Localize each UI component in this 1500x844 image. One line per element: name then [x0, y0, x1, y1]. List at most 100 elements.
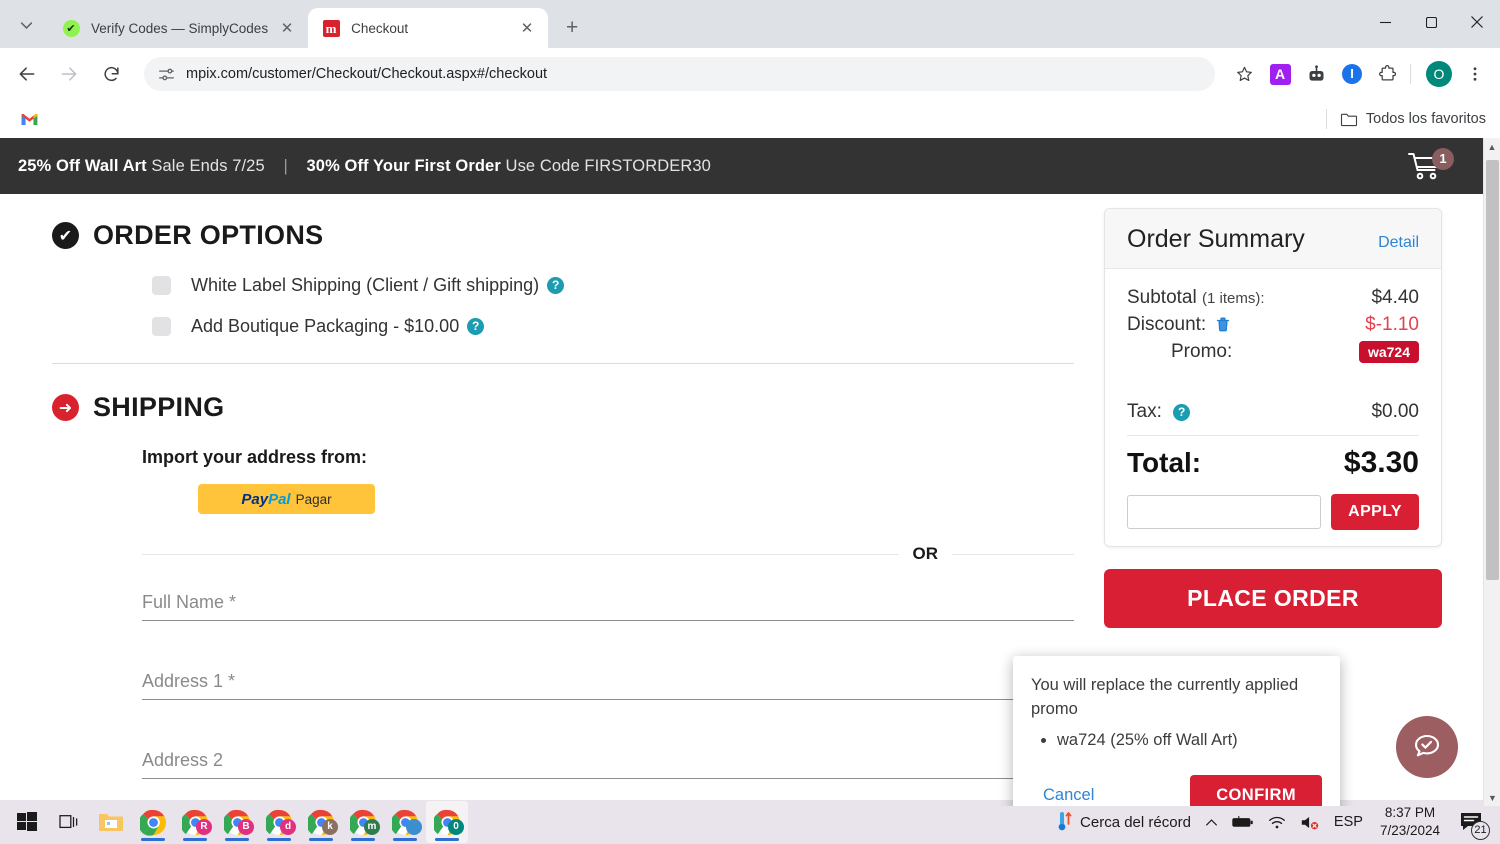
clock[interactable]: 8:37 PM 7/23/2024	[1370, 804, 1450, 840]
tab-checkout[interactable]: m Checkout ✕	[308, 8, 549, 48]
confirm-cancel-button[interactable]: Cancel	[1031, 780, 1106, 806]
page-scrollbar[interactable]: ▲ ▼	[1483, 138, 1500, 806]
boutique-packaging-checkbox[interactable]	[152, 317, 171, 336]
bookmark-gmail[interactable]	[12, 108, 47, 131]
confirm-accept-button[interactable]: CONFIRM	[1190, 774, 1322, 806]
section-divider	[52, 363, 1074, 364]
check-circle-icon: ✔	[52, 222, 79, 249]
remove-discount-icon[interactable]	[1216, 317, 1230, 334]
back-button[interactable]	[10, 57, 44, 91]
profile-badge: m	[364, 819, 380, 835]
toolbar-divider	[1410, 64, 1411, 84]
tax-label-group: Tax: ?	[1127, 401, 1191, 423]
order-summary-title: Order Summary	[1127, 225, 1305, 253]
scrollbar-thumb[interactable]	[1486, 160, 1499, 580]
new-tab-button[interactable]: +	[556, 12, 588, 44]
chevron-up-icon[interactable]	[1198, 800, 1225, 844]
chrome-profile-m-button[interactable]: m	[342, 801, 384, 843]
extension-a-button[interactable]: A	[1265, 59, 1295, 89]
bookmark-star-button[interactable]	[1229, 59, 1259, 89]
promo-deal1-bold: 25% Off Wall Art	[18, 156, 147, 175]
discount-value: $-1.10	[1365, 314, 1419, 335]
tab-search-button[interactable]	[6, 5, 46, 45]
maximize-button[interactable]	[1408, 0, 1454, 44]
promo-code-input[interactable]	[1127, 495, 1322, 529]
simplycodes-icon: ✔	[62, 19, 80, 37]
paypal-import-button[interactable]: PayPal Pagar	[198, 484, 375, 514]
cart-button[interactable]: 1	[1408, 148, 1454, 181]
applied-promo-chip[interactable]: wa724	[1358, 341, 1419, 363]
reload-button[interactable]	[94, 57, 128, 91]
tab-close-button[interactable]: ✕	[516, 17, 538, 39]
place-order-button[interactable]: PLACE ORDER	[1104, 569, 1442, 628]
extension-i-label: I	[1342, 64, 1362, 84]
thermometer-icon	[1058, 812, 1072, 831]
profile-avatar[interactable]: O	[1424, 59, 1454, 89]
puzzle-icon[interactable]	[1373, 59, 1403, 89]
close-window-button[interactable]	[1454, 0, 1500, 44]
option-boutique-packaging[interactable]: Add Boutique Packaging - $10.00 ?	[52, 316, 1070, 337]
subtotal-row: Subtotal (1 items): $4.40	[1127, 287, 1419, 309]
option-white-label-shipping[interactable]: White Label Shipping (Client / Gift ship…	[52, 275, 1070, 296]
extension-a-label: A	[1269, 63, 1291, 85]
summary-divider	[1127, 435, 1419, 436]
volume-muted-icon[interactable]	[1293, 800, 1327, 844]
address-bar[interactable]: mpix.com/customer/Checkout/Checkout.aspx…	[144, 57, 1215, 91]
scroll-up-arrow[interactable]: ▲	[1484, 138, 1500, 155]
chrome-profile-o-button[interactable]: 0	[426, 801, 468, 843]
arrow-right-icon	[61, 67, 77, 81]
battery-icon[interactable]	[1225, 800, 1261, 844]
white-label-shipping-checkbox[interactable]	[152, 276, 171, 295]
tab-title: Checkout	[351, 20, 409, 36]
all-bookmarks[interactable]: Todos los favoritos	[1319, 109, 1486, 129]
chat-widget-button[interactable]	[1396, 716, 1458, 778]
discount-row: Discount: $-1.10	[1127, 314, 1419, 336]
system-tray: Cerca del récord ESP 8:37 PM 7/23/2024 2…	[1048, 800, 1500, 844]
robot-icon[interactable]	[1301, 59, 1331, 89]
notification-count: 21	[1471, 821, 1490, 840]
promo-deal1-rest: Sale Ends 7/25	[151, 156, 265, 175]
language-indicator[interactable]: ESP	[1327, 800, 1370, 844]
minimize-button[interactable]	[1362, 0, 1408, 44]
notification-center-button[interactable]: 21	[1450, 800, 1492, 844]
white-label-help-icon[interactable]: ?	[547, 277, 565, 294]
scroll-down-arrow[interactable]: ▼	[1484, 789, 1500, 806]
white-label-shipping-label: White Label Shipping (Client / Gift ship…	[191, 275, 540, 295]
chrome-profile-b-button[interactable]: B	[216, 801, 258, 843]
weather-widget[interactable]: Cerca del récord	[1048, 800, 1198, 844]
or-line-left	[142, 553, 899, 555]
bookmarks-bar: Todos los favoritos	[0, 100, 1500, 138]
site-settings-icon[interactable]	[156, 64, 176, 84]
tab-verify-codes[interactable]: ✔ Verify Codes — SimplyCodes ✕	[48, 8, 309, 48]
boutique-packaging-help-icon[interactable]: ?	[467, 318, 485, 335]
maximize-icon	[1425, 16, 1437, 28]
tab-close-button[interactable]: ✕	[276, 17, 298, 39]
forward-button[interactable]	[52, 57, 86, 91]
total-value: $3.30	[1343, 446, 1419, 479]
start-button[interactable]	[6, 801, 48, 843]
address2-field[interactable]: Address 2	[142, 750, 1074, 779]
chrome-profile-r-button[interactable]: R	[174, 801, 216, 843]
discount-label: Discount:	[1127, 314, 1207, 335]
tax-help-icon[interactable]: ?	[1173, 404, 1191, 421]
page-viewport: 25% Off Wall Art Sale Ends 7/25 | 30% Of…	[0, 138, 1500, 806]
apply-promo-button[interactable]: APPLY	[1331, 494, 1419, 530]
chrome-profile-k-button[interactable]: k	[300, 801, 342, 843]
full-name-field[interactable]: Full Name *	[142, 592, 1074, 621]
wifi-icon[interactable]	[1261, 800, 1293, 844]
chrome-profile-globe-button[interactable]	[384, 801, 426, 843]
tab-title: Verify Codes — SimplyCodes	[91, 20, 269, 36]
order-options-header: ✔ ORDER OPTIONS	[52, 220, 1070, 251]
address1-field[interactable]: Address 1 *	[142, 671, 1074, 700]
file-explorer-button[interactable]	[90, 801, 132, 843]
tab-strip: ✔ Verify Codes — SimplyCodes ✕ m Checkou…	[0, 0, 1500, 48]
extension-i-button[interactable]: I	[1337, 59, 1367, 89]
window-controls	[1362, 0, 1500, 44]
chrome-profile-d-button[interactable]: d	[258, 801, 300, 843]
order-summary-detail-link[interactable]: Detail	[1378, 234, 1419, 252]
star-icon	[1236, 66, 1252, 81]
browser-menu-button[interactable]	[1460, 59, 1490, 89]
clock-date: 7/23/2024	[1379, 823, 1440, 838]
task-view-button[interactable]	[48, 801, 90, 843]
chrome-window-button[interactable]	[132, 801, 174, 843]
